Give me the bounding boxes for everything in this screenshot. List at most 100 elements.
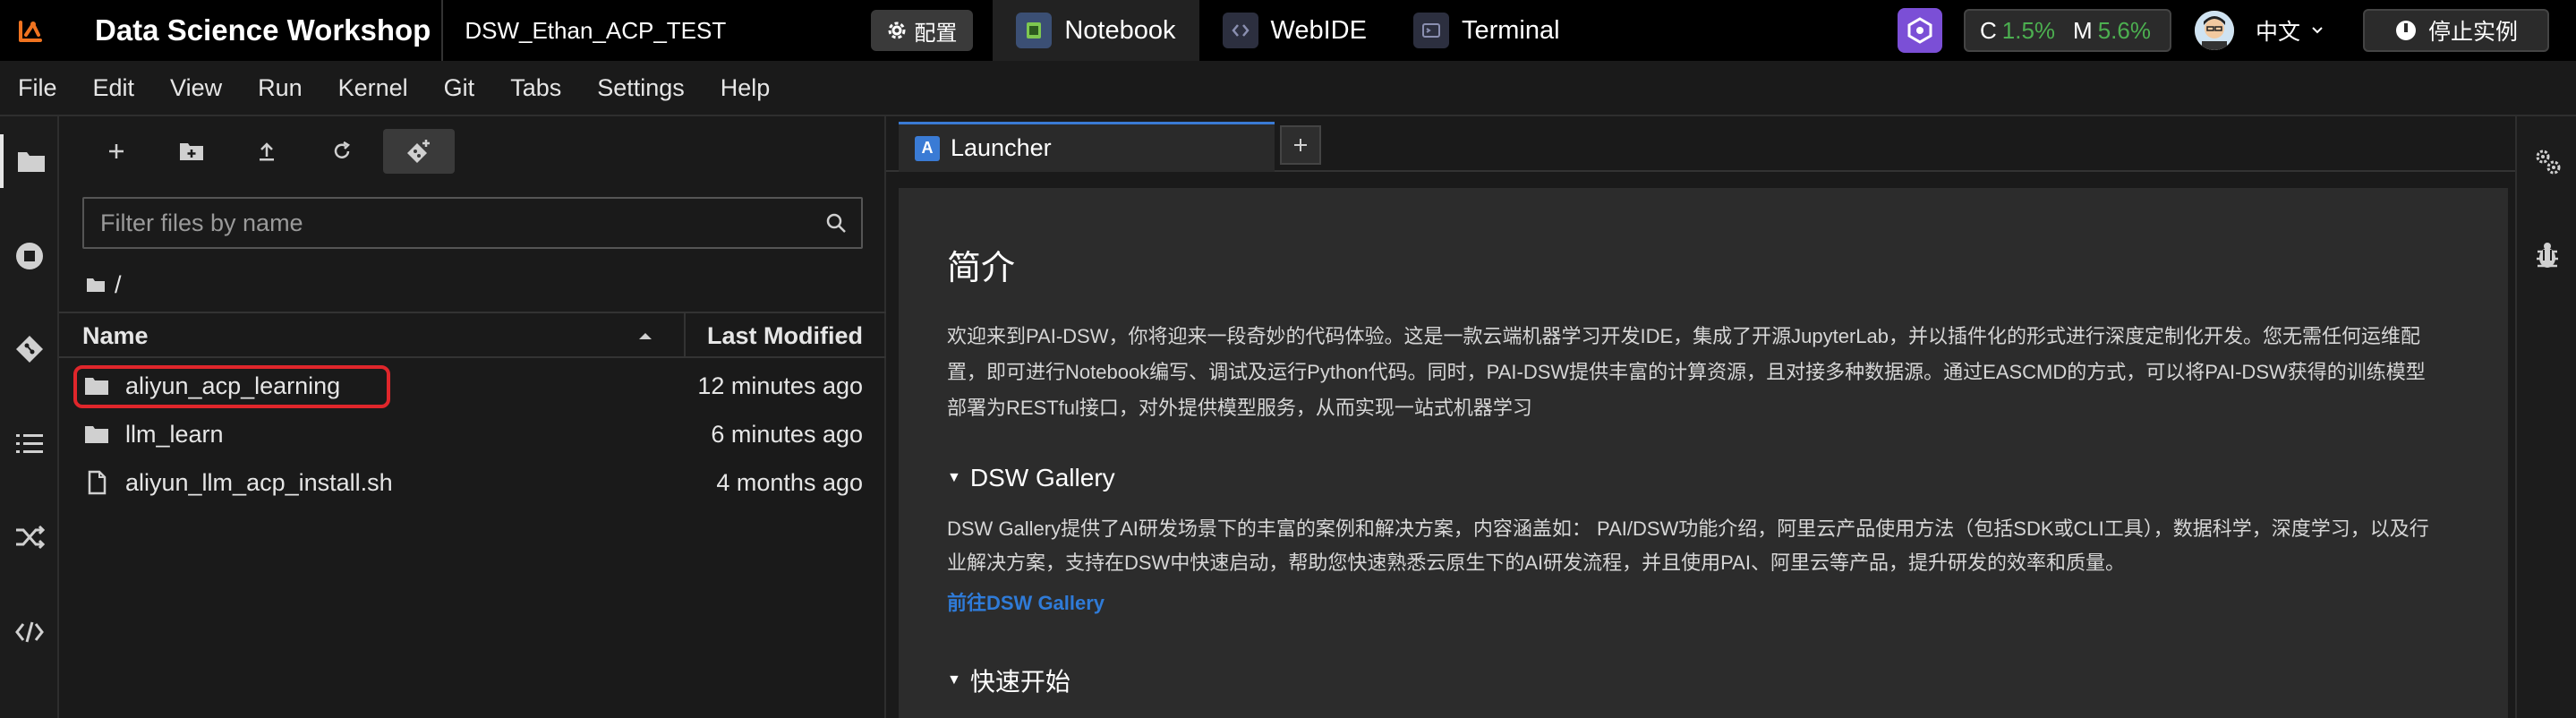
- folder-icon: [87, 278, 105, 292]
- tab-notebook-label: Notebook: [1064, 15, 1176, 45]
- menu-file[interactable]: File: [18, 74, 57, 102]
- tab-notebook[interactable]: Notebook: [993, 0, 1199, 61]
- instance-name: DSW_Ethan_ACP_TEST: [441, 0, 853, 61]
- menu-tabs[interactable]: Tabs: [510, 74, 561, 102]
- plus-icon: [109, 144, 124, 158]
- config-button[interactable]: 配置: [871, 10, 974, 51]
- menu-kernel[interactable]: Kernel: [338, 74, 408, 102]
- tab-webide[interactable]: WebIDE: [1199, 0, 1390, 61]
- new-launcher-button[interactable]: [91, 129, 141, 174]
- file-modified: 12 minutes ago: [697, 372, 863, 399]
- menu-help[interactable]: Help: [721, 74, 771, 102]
- launcher-intro: 欢迎来到PAI-DSW，你将迎来一段奇妙的代码体验。这是一款云端机器学习开发ID…: [947, 325, 2426, 419]
- git-clone-button[interactable]: [383, 129, 455, 174]
- refresh-button[interactable]: [317, 129, 367, 174]
- new-folder-button[interactable]: [166, 129, 217, 174]
- left-activity-bar: [0, 116, 59, 718]
- file-modified: 4 months ago: [716, 468, 863, 496]
- code-icon[interactable]: [0, 605, 59, 659]
- file-name: aliyun_acp_learning: [125, 372, 341, 399]
- git-clone-icon: [407, 140, 430, 163]
- gallery-description: DSW Gallery提供了AI研发场景下的丰富的案例和解决方案，内容涵盖如： …: [947, 517, 2429, 574]
- cpu-label: C: [1979, 16, 1997, 44]
- extensions-icon[interactable]: [0, 510, 59, 564]
- language-label: 中文: [2255, 20, 2300, 45]
- file-modified: 6 minutes ago: [711, 420, 863, 448]
- tab-launcher[interactable]: A Launcher: [899, 122, 1275, 172]
- breadcrumb-path: /: [115, 270, 122, 298]
- column-divider[interactable]: [684, 313, 686, 358]
- cpu-value: 1.5%: [2001, 16, 2056, 44]
- section-quickstart-title: 快速开始: [969, 668, 1070, 696]
- git-icon[interactable]: [0, 322, 59, 376]
- refresh-icon: [334, 141, 351, 158]
- debugger-icon[interactable]: [2517, 229, 2576, 283]
- file-name: aliyun_llm_acp_install.sh: [125, 468, 393, 496]
- menu-edit[interactable]: Edit: [93, 74, 135, 102]
- file-browser-toolbar: [59, 116, 886, 188]
- column-last-modified[interactable]: Last Modified: [707, 313, 863, 358]
- launcher-panel: 简介 欢迎来到PAI-DSW，你将迎来一段奇妙的代码体验。这是一款云端机器学习开…: [899, 188, 2508, 718]
- launcher-title: 简介: [947, 250, 1016, 287]
- menu-view[interactable]: View: [170, 74, 222, 102]
- menu-bar: File Edit View Run Kernel Git Tabs Setti…: [0, 61, 2576, 116]
- top-bar: Data Science Workshop DSW_Ethan_ACP_TEST…: [0, 0, 2576, 61]
- toc-icon[interactable]: [0, 417, 59, 471]
- folder-icon: [84, 410, 109, 458]
- add-tab-button[interactable]: [1280, 125, 1321, 165]
- language-select[interactable]: 中文: [2256, 14, 2324, 47]
- dock-tab-bar: A Launcher: [886, 116, 2515, 172]
- stop-instance-label: 停止实例: [2427, 20, 2518, 45]
- right-sidebar: [2515, 116, 2576, 718]
- sort-ascending-icon[interactable]: [637, 313, 653, 358]
- file-list-header: Name Last Modified: [59, 312, 886, 358]
- menu-git[interactable]: Git: [444, 74, 475, 102]
- menu-run[interactable]: Run: [258, 74, 303, 102]
- plus-icon: [1294, 139, 1307, 151]
- tab-terminal-label: Terminal: [1461, 15, 1560, 45]
- file-browser: / Name Last Modified aliyun_acp_learning…: [59, 116, 886, 718]
- chevron-down-icon: [2312, 27, 2323, 34]
- section-quick-start[interactable]: ▼ 快速开始: [947, 662, 1070, 698]
- gear-icon: [888, 21, 906, 39]
- tab-webide-label: WebIDE: [1270, 15, 1367, 45]
- section-gallery-title: DSW Gallery: [969, 464, 1115, 491]
- launcher-scrollbar[interactable]: [2508, 188, 2515, 718]
- file-row[interactable]: llm_learn 6 minutes ago: [59, 410, 886, 458]
- tab-terminal[interactable]: Terminal: [1390, 0, 1583, 61]
- launcher-icon: A: [915, 135, 940, 161]
- folder-icon: [84, 362, 109, 410]
- config-label: 配置: [914, 21, 958, 46]
- stop-instance-button[interactable]: 停止实例: [2363, 9, 2549, 52]
- terminal-icon: [1412, 13, 1449, 48]
- app-title: Data Science Workshop: [95, 13, 431, 47]
- file-icon: [84, 458, 109, 507]
- folder-icon[interactable]: [0, 134, 59, 188]
- column-name[interactable]: Name: [82, 313, 149, 358]
- main-dock: A Launcher 简介 欢迎来到PAI-DSW，你将迎来一段奇妙的代码体验。…: [886, 116, 2515, 718]
- file-name: llm_learn: [125, 420, 224, 448]
- search-icon: [811, 211, 861, 235]
- section-dsw-gallery[interactable]: ▼ DSW Gallery: [947, 464, 1115, 492]
- upload-icon: [260, 142, 274, 161]
- breadcrumb[interactable]: /: [86, 267, 122, 303]
- caret-down-icon: ▼: [947, 470, 961, 485]
- file-row[interactable]: aliyun_acp_learning 12 minutes ago: [59, 362, 886, 410]
- avatar[interactable]: [2194, 11, 2234, 50]
- new-folder-icon: [180, 143, 203, 160]
- resource-usage[interactable]: C 1.5% M 5.6%: [1963, 9, 2171, 52]
- notebook-icon: [1016, 13, 1053, 48]
- mem-value: 5.6%: [2097, 16, 2151, 44]
- running-icon[interactable]: [0, 229, 59, 283]
- property-inspector-icon[interactable]: [2517, 134, 2576, 188]
- caret-down-icon: ▼: [947, 672, 961, 688]
- tab-launcher-label: Launcher: [951, 134, 1052, 161]
- gallery-link[interactable]: 前往DSW Gallery: [947, 587, 1105, 616]
- file-row[interactable]: aliyun_llm_acp_install.sh 4 months ago: [59, 458, 886, 507]
- upload-button[interactable]: [242, 129, 292, 174]
- ai-assistant-icon[interactable]: [1897, 8, 1942, 53]
- menu-settings[interactable]: Settings: [597, 74, 685, 102]
- dsw-logo-icon[interactable]: [0, 0, 61, 61]
- file-filter-input[interactable]: [100, 209, 811, 237]
- mem-label: M: [2073, 16, 2093, 44]
